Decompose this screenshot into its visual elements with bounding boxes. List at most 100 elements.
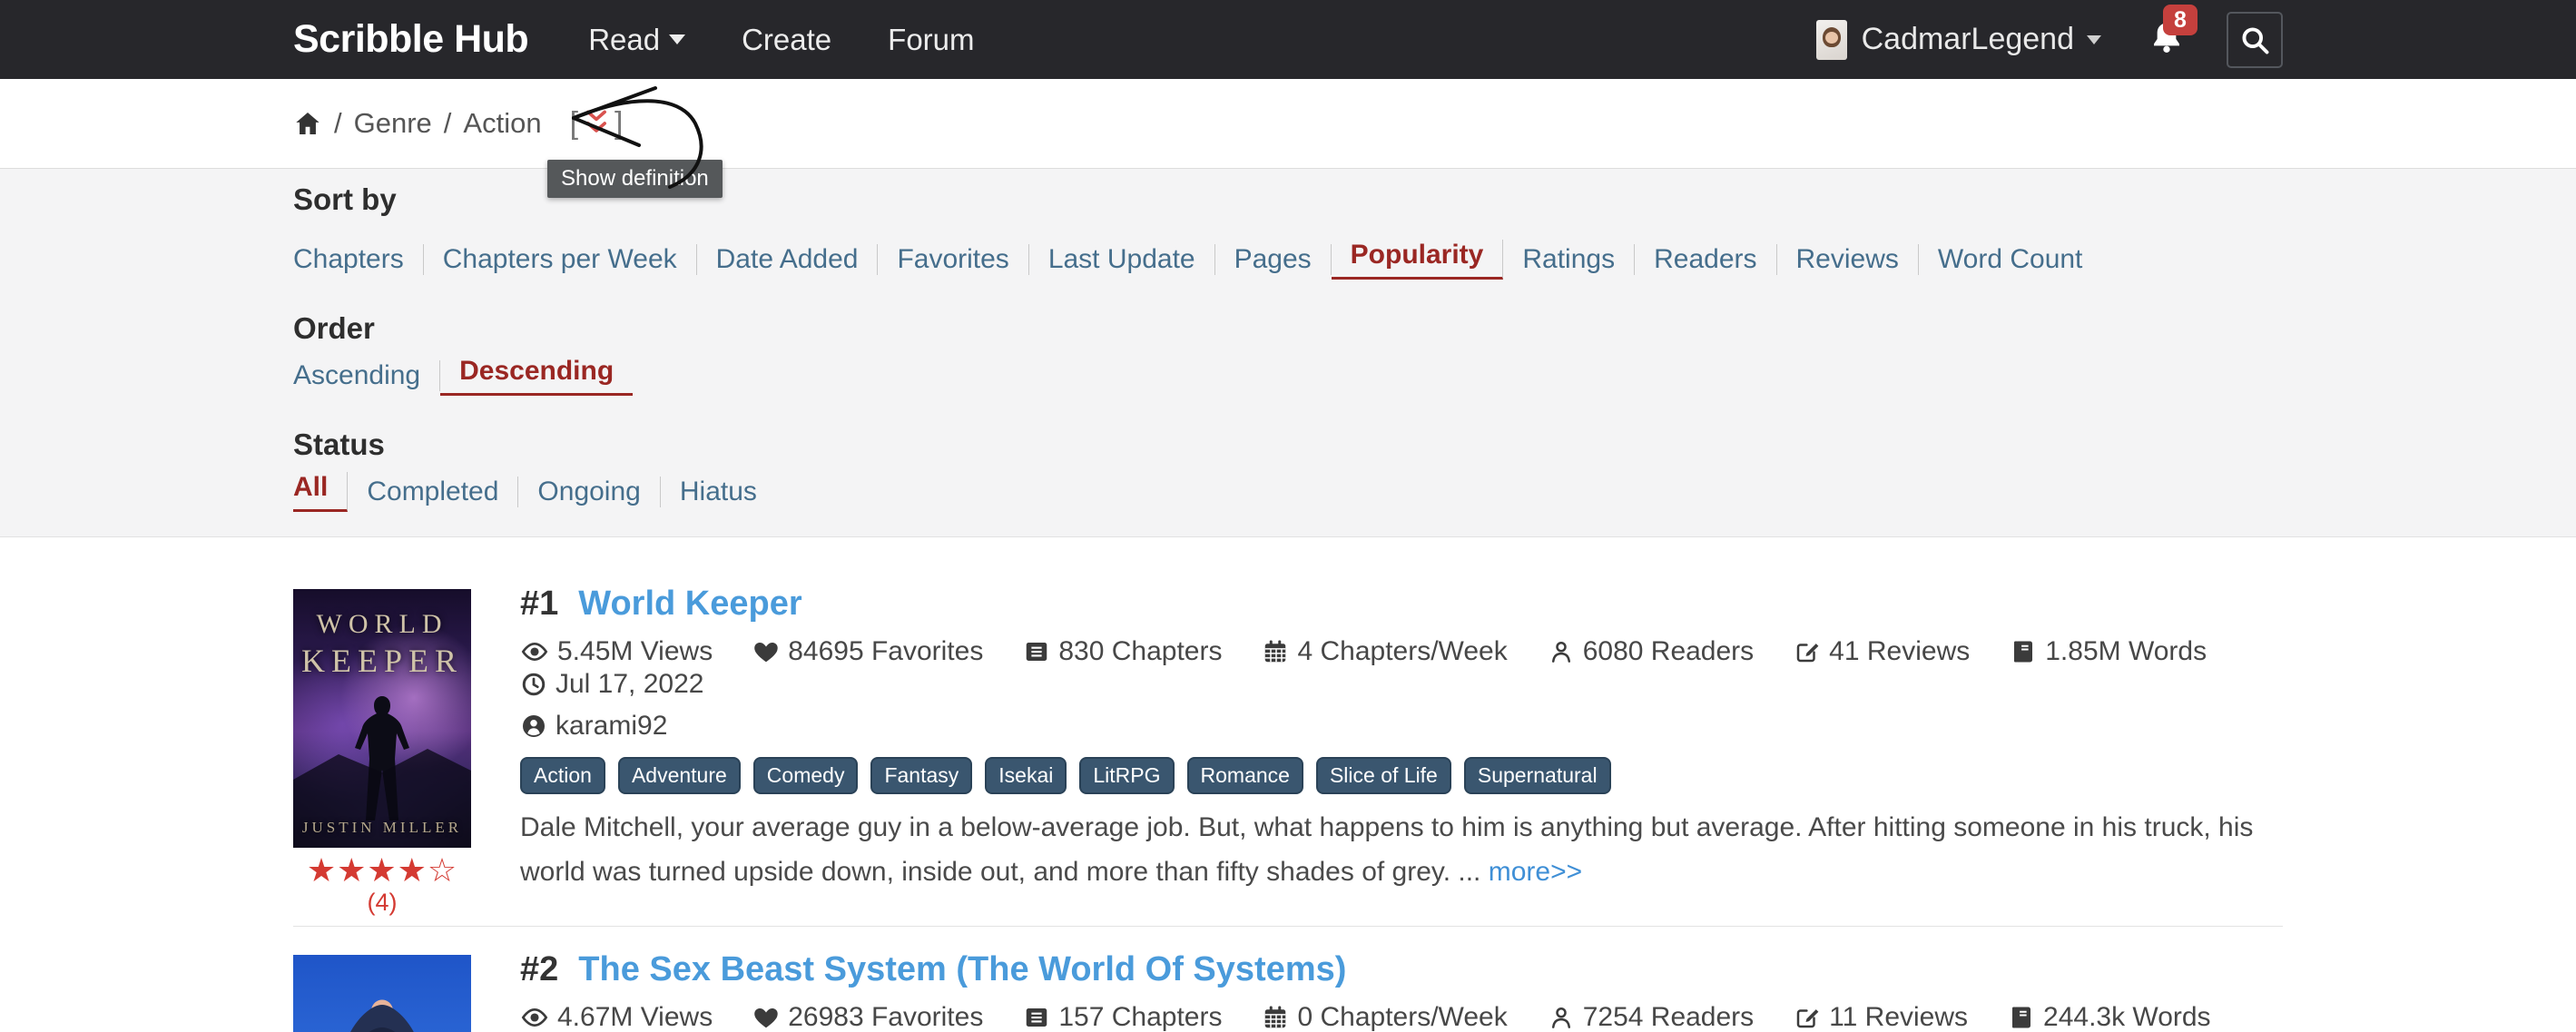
- sort-option-last-update[interactable]: Last Update: [1029, 244, 1215, 275]
- tag-link[interactable]: Fantasy: [870, 757, 972, 794]
- breadcrumb-separator: /: [334, 107, 342, 140]
- nav-link-create[interactable]: Create: [742, 23, 831, 57]
- stat-item: 5.45M Views: [520, 635, 713, 668]
- clock-icon: [520, 671, 547, 698]
- order-heading: Order: [293, 312, 2283, 345]
- user-avatar[interactable]: [1816, 20, 1847, 60]
- status-option-hiatus[interactable]: Hiatus: [661, 477, 776, 507]
- tag-link[interactable]: Adventure: [618, 757, 741, 794]
- stat-text: karami92: [556, 710, 667, 742]
- novel-cover[interactable]: [293, 955, 471, 1032]
- novel-meta-row: karami92: [520, 710, 2283, 742]
- notifications-button[interactable]: 8: [2148, 19, 2185, 60]
- main-nav: Read Create Forum: [588, 23, 974, 57]
- novel-title-link[interactable]: World Keeper: [578, 583, 801, 624]
- stat-text: 41 Reviews: [1829, 635, 1970, 668]
- words-icon: [2010, 638, 2037, 665]
- tag-link[interactable]: Comedy: [753, 757, 859, 794]
- sort-option-readers[interactable]: Readers: [1635, 244, 1776, 275]
- novel-title-link[interactable]: The Sex Beast System (The World Of Syste…: [578, 948, 1346, 990]
- stat-item: 157 Chapters: [1023, 1001, 1222, 1032]
- readers-icon: [1548, 638, 1575, 665]
- cover-title: WORLDKEEPER: [293, 609, 471, 680]
- breadcrumb-item-genre[interactable]: Genre: [354, 107, 432, 140]
- stat-item: Jul 17, 2022: [520, 668, 703, 701]
- bracket-open: [: [570, 106, 578, 142]
- order-option-descending[interactable]: Descending: [440, 356, 633, 396]
- home-icon[interactable]: [293, 109, 322, 138]
- description-text: Dale Mitchell, your average guy in a bel…: [520, 812, 2253, 887]
- tag-link[interactable]: Action: [520, 757, 605, 794]
- breadcrumb-separator: /: [444, 107, 452, 140]
- sort-option-favorites[interactable]: Favorites: [878, 244, 1028, 275]
- stat-item: 41 Reviews: [1794, 635, 1970, 668]
- stat-text: 244.3k Words: [2043, 1001, 2211, 1032]
- readers-icon: [1548, 1004, 1575, 1031]
- tag-link[interactable]: LitRPG: [1079, 757, 1174, 794]
- navbar-user-area: CadmarLegend 8: [1816, 12, 2283, 68]
- stat-text: 5.45M Views: [557, 635, 713, 668]
- tag-link[interactable]: Slice of Life: [1316, 757, 1451, 794]
- username[interactable]: CadmarLegend: [1862, 22, 2074, 57]
- tag-link[interactable]: Isekai: [985, 757, 1067, 794]
- novel-description: Dale Mitchell, your average guy in a bel…: [520, 805, 2283, 894]
- more-link[interactable]: more>>: [1489, 857, 1582, 887]
- chapters-icon: [1023, 638, 1050, 665]
- genre-definition-expander[interactable]: [ ]: [570, 106, 624, 142]
- stat-item: 0 Chapters/Week: [1262, 1001, 1507, 1032]
- novel-cover[interactable]: WORLDKEEPER JUSTIN MILLER: [293, 589, 471, 848]
- tag-link[interactable]: Supernatural: [1464, 757, 1611, 794]
- user-menu-caret-icon[interactable]: [2087, 35, 2101, 44]
- tag-link[interactable]: Romance: [1187, 757, 1303, 794]
- stat-text: 6080 Readers: [1583, 635, 1754, 668]
- novel-rank: #2: [520, 948, 558, 990]
- chevron-down-icon: [669, 34, 685, 44]
- sort-option-pages[interactable]: Pages: [1215, 244, 1332, 275]
- stat-text: 7254 Readers: [1583, 1001, 1754, 1032]
- sort-option-reviews[interactable]: Reviews: [1777, 244, 1919, 275]
- search-icon: [2238, 24, 2271, 56]
- bracket-close: ]: [615, 106, 623, 142]
- breadcrumb-row: / Genre / Action [ ]: [0, 79, 2576, 168]
- sort-by-options: ChaptersChapters per WeekDate AddedFavor…: [293, 240, 2283, 280]
- user-circle-icon: [520, 713, 547, 740]
- words-icon: [2008, 1004, 2035, 1031]
- order-option-ascending[interactable]: Ascending: [293, 360, 440, 391]
- novel-rating-stars[interactable]: ★★★★☆: [293, 855, 471, 888]
- cover-author: JUSTIN MILLER: [293, 819, 471, 837]
- nav-link-forum[interactable]: Forum: [888, 23, 974, 57]
- novel-title-row: #2 The Sex Beast System (The World Of Sy…: [520, 948, 2283, 990]
- sort-option-chapters-per-week[interactable]: Chapters per Week: [424, 244, 697, 275]
- novel-cover-column: [293, 948, 471, 1032]
- stat-item: karami92: [520, 710, 667, 742]
- novel-list: WORLDKEEPERJUSTIN MILLER ★★★★☆ (4) #1 Wo…: [293, 537, 2283, 1032]
- status-option-ongoing[interactable]: Ongoing: [518, 477, 660, 507]
- search-button[interactable]: [2227, 12, 2283, 68]
- stat-text: 830 Chapters: [1058, 635, 1222, 668]
- status-option-all[interactable]: All: [293, 472, 348, 512]
- stat-item: 830 Chapters: [1023, 635, 1222, 668]
- novel-info: #1 World Keeper 5.45M Views84695 Favorit…: [520, 583, 2283, 915]
- cover-art: [293, 955, 471, 1032]
- reviews-icon: [1794, 1004, 1821, 1031]
- stat-text: 4.67M Views: [557, 1001, 713, 1032]
- novel-tags: Action Adventure Comedy Fantasy Isekai LitRPG…: [520, 757, 2283, 794]
- sort-option-popularity[interactable]: Popularity: [1332, 240, 1504, 280]
- sort-option-chapters[interactable]: Chapters: [293, 244, 424, 275]
- status-option-completed[interactable]: Completed: [348, 477, 518, 507]
- heart-icon: [752, 638, 780, 665]
- notification-badge: 8: [2163, 5, 2197, 35]
- stat-item: 4 Chapters/Week: [1262, 635, 1507, 668]
- sort-option-date-added[interactable]: Date Added: [697, 244, 879, 275]
- breadcrumb-item-action[interactable]: Action: [463, 107, 541, 140]
- calendar-icon: [1262, 1004, 1289, 1031]
- nav-link-read[interactable]: Read: [588, 23, 685, 57]
- chapters-icon: [1023, 1004, 1050, 1031]
- site-logo[interactable]: Scribble Hub: [293, 17, 528, 62]
- sort-option-word-count[interactable]: Word Count: [1919, 244, 2102, 275]
- sort-option-ratings[interactable]: Ratings: [1503, 244, 1635, 275]
- novel-entry: WORLDKEEPERJUSTIN MILLER ★★★★☆ (4) #1 Wo…: [293, 583, 2283, 927]
- status-heading: Status: [293, 428, 2283, 461]
- top-navbar: Scribble Hub Read Create Forum CadmarLegen…: [0, 0, 2576, 79]
- novel-stats-row: 5.45M Views84695 Favorites830 Chapters4 …: [520, 635, 2283, 701]
